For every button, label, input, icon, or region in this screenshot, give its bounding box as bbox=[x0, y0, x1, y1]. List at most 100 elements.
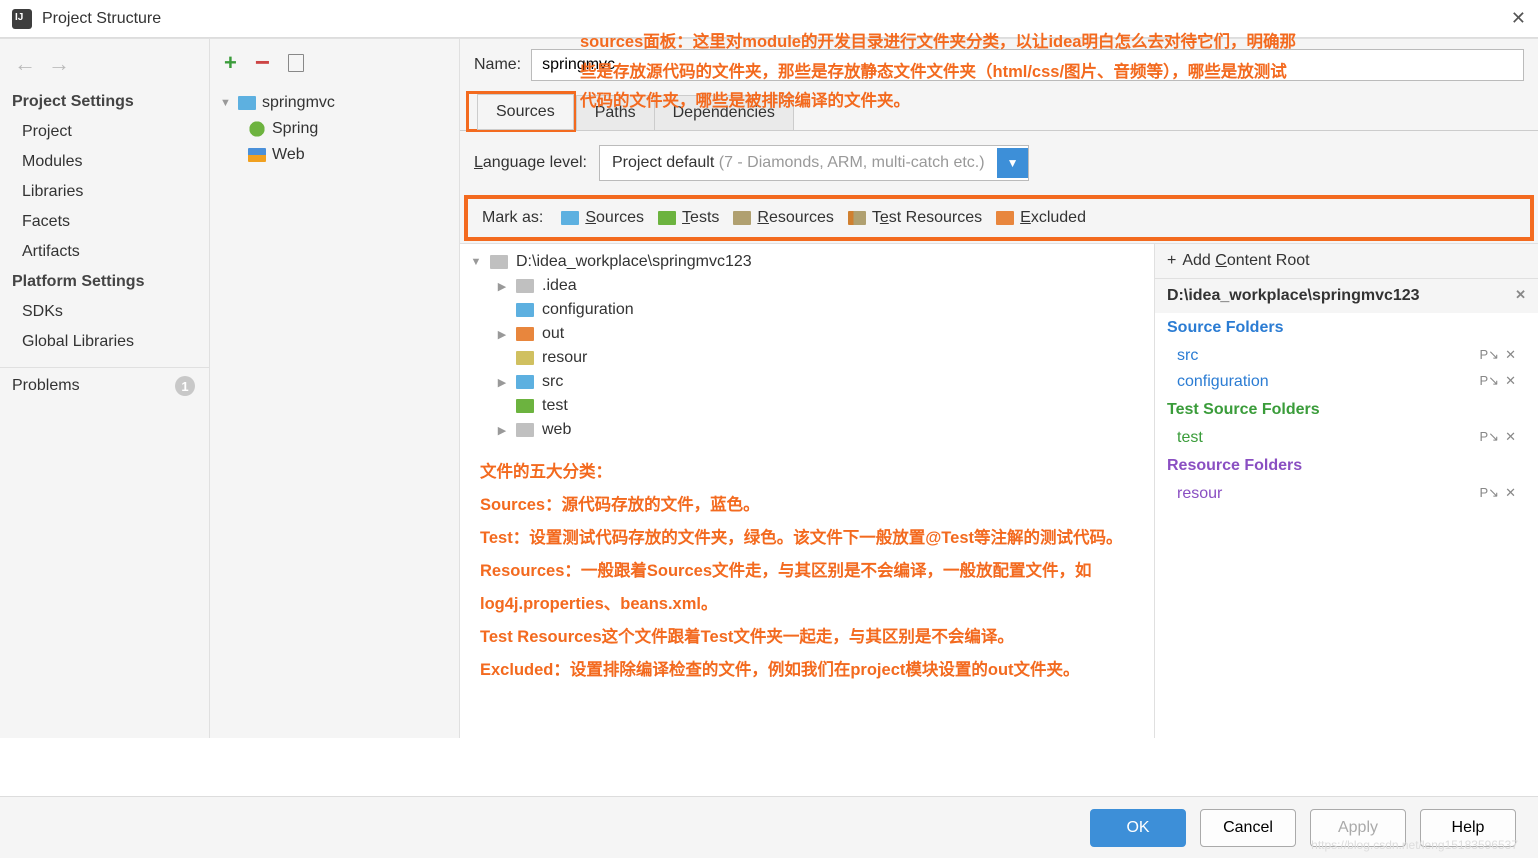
add-module-icon[interactable]: + bbox=[224, 50, 237, 76]
folder-entry[interactable]: configurationP↘✕ bbox=[1155, 369, 1538, 395]
tab-sources[interactable]: Sources bbox=[477, 94, 574, 130]
watermark: https://blog.csdn.net/leng15183596537 bbox=[1311, 838, 1518, 852]
tree-item[interactable]: ▶web bbox=[460, 418, 1154, 442]
tree-item[interactable]: configuration bbox=[460, 298, 1154, 322]
tab-sources-highlight: Sources bbox=[466, 91, 576, 132]
plus-icon: + bbox=[1167, 252, 1176, 270]
mark-as-label: Mark as: bbox=[482, 209, 543, 227]
app-icon bbox=[12, 9, 32, 29]
annotation-body: 文件的五大分类： Sources：源代码存放的文件，蓝色。 Test：设置测试代… bbox=[460, 442, 1154, 701]
tree-root-row[interactable]: ▼ D:\idea_workplace\springmvc123 bbox=[460, 250, 1154, 274]
tree-item[interactable]: ▶.idea bbox=[460, 274, 1154, 298]
properties-icon: P↘ bbox=[1480, 429, 1500, 447]
ok-button[interactable]: OK bbox=[1090, 809, 1186, 847]
expand-icon[interactable]: ▼ bbox=[470, 256, 482, 268]
excluded-icon bbox=[996, 211, 1014, 225]
directory-tree: ▼ D:\idea_workplace\springmvc123 ▶.ideac… bbox=[460, 244, 1154, 738]
annotation-top: sources面板：这里对module的开发目录进行文件夹分类，以让idea明白… bbox=[580, 28, 1296, 117]
language-level-label: Language level: bbox=[474, 154, 587, 172]
folder-group-header: Source Folders bbox=[1155, 313, 1538, 343]
sidebar-item-facets[interactable]: Facets bbox=[0, 207, 209, 237]
add-content-root-button[interactable]: + Add Content Root bbox=[1155, 244, 1538, 279]
module-root[interactable]: ▼ springmvc bbox=[210, 90, 459, 116]
expand-icon[interactable]: ▶ bbox=[496, 424, 508, 437]
sidebar-item-global-libraries[interactable]: Global Libraries bbox=[0, 327, 209, 357]
expand-icon[interactable]: ▼ bbox=[220, 97, 232, 109]
remove-icon: ✕ bbox=[1505, 429, 1516, 447]
folder-icon bbox=[516, 279, 534, 293]
remove-icon: ✕ bbox=[1505, 347, 1516, 365]
project-settings-header: Project Settings bbox=[0, 87, 209, 117]
folder-icon bbox=[516, 303, 534, 317]
right-panel: Name: Sources Paths Dependencies Languag… bbox=[460, 39, 1538, 738]
sources-icon bbox=[561, 211, 579, 225]
copy-module-icon[interactable] bbox=[288, 54, 304, 72]
remove-icon: ✕ bbox=[1505, 485, 1516, 503]
folder-icon bbox=[516, 399, 534, 413]
module-tree-panel: + − ▼ springmvc Spring Web bbox=[210, 39, 460, 738]
folder-icon bbox=[516, 351, 534, 365]
folder-icon bbox=[516, 327, 534, 341]
remove-module-icon[interactable]: − bbox=[255, 47, 270, 78]
module-child-web[interactable]: Web bbox=[210, 142, 459, 168]
mark-tests-button[interactable]: Tests bbox=[658, 209, 719, 227]
close-icon[interactable]: ✕ bbox=[1511, 8, 1526, 29]
expand-icon[interactable]: ▶ bbox=[496, 328, 508, 341]
module-toolbar: + − bbox=[210, 39, 459, 86]
sidebar-item-project[interactable]: Project bbox=[0, 117, 209, 147]
folder-icon bbox=[516, 423, 534, 437]
properties-icon: P↘ bbox=[1480, 373, 1500, 391]
properties-icon: P↘ bbox=[1480, 485, 1500, 503]
properties-icon: P↘ bbox=[1480, 347, 1500, 365]
name-label: Name: bbox=[474, 56, 521, 74]
remove-icon: ✕ bbox=[1505, 373, 1516, 391]
problems-count-badge: 1 bbox=[175, 376, 195, 396]
forward-arrow-icon[interactable]: → bbox=[48, 51, 70, 77]
content-root-path[interactable]: D:\idea_workplace\springmvc123 ✕ bbox=[1155, 279, 1538, 313]
expand-icon[interactable]: ▶ bbox=[496, 376, 508, 389]
sidebar-item-sdks[interactable]: SDKs bbox=[0, 297, 209, 327]
remove-root-icon[interactable]: ✕ bbox=[1515, 287, 1526, 305]
folder-group-header: Test Source Folders bbox=[1155, 395, 1538, 425]
cancel-button[interactable]: Cancel bbox=[1200, 809, 1296, 847]
language-level-select[interactable]: Project default (7 - Diamonds, ARM, mult… bbox=[599, 145, 1029, 181]
tree-item[interactable]: ▶out bbox=[460, 322, 1154, 346]
module-child-spring[interactable]: Spring bbox=[210, 116, 459, 142]
test-resources-icon bbox=[848, 211, 866, 225]
folder-group-header: Resource Folders bbox=[1155, 451, 1538, 481]
left-sidebar: ← → Project Settings Project Modules Lib… bbox=[0, 39, 210, 738]
back-arrow-icon[interactable]: ← bbox=[14, 51, 36, 77]
folder-icon bbox=[238, 96, 256, 110]
folder-entry[interactable]: resourP↘✕ bbox=[1155, 481, 1538, 507]
mark-as-toolbar: Mark as: Sources Tests Resources Test Re… bbox=[464, 195, 1534, 241]
sidebar-item-libraries[interactable]: Libraries bbox=[0, 177, 209, 207]
expand-icon[interactable]: ▶ bbox=[496, 280, 508, 293]
mark-sources-button[interactable]: Sources bbox=[561, 209, 644, 227]
tree-item[interactable]: ▶src bbox=[460, 370, 1154, 394]
tests-icon bbox=[658, 211, 676, 225]
nav-arrows: ← → bbox=[0, 47, 209, 87]
mark-excluded-button[interactable]: Excluded bbox=[996, 209, 1086, 227]
platform-settings-header: Platform Settings bbox=[0, 267, 209, 297]
chevron-down-icon[interactable]: ▼ bbox=[997, 148, 1029, 178]
mark-test-resources-button[interactable]: Test Resources bbox=[848, 209, 982, 227]
resources-icon bbox=[733, 211, 751, 225]
window-title: Project Structure bbox=[42, 10, 161, 28]
web-icon bbox=[248, 148, 266, 162]
content-root-panel: + Add Content Root D:\idea_workplace\spr… bbox=[1154, 244, 1538, 738]
folder-entry[interactable]: testP↘✕ bbox=[1155, 425, 1538, 451]
sidebar-item-modules[interactable]: Modules bbox=[0, 147, 209, 177]
sidebar-item-problems[interactable]: Problems 1 bbox=[0, 367, 209, 404]
sidebar-item-artifacts[interactable]: Artifacts bbox=[0, 237, 209, 267]
spring-icon bbox=[248, 120, 266, 138]
tree-item[interactable]: test bbox=[460, 394, 1154, 418]
content-area: ▼ D:\idea_workplace\springmvc123 ▶.ideac… bbox=[460, 243, 1538, 738]
mark-resources-button[interactable]: Resources bbox=[733, 209, 833, 227]
folder-icon bbox=[490, 255, 508, 269]
footer: OK Cancel Apply Help bbox=[0, 796, 1538, 858]
language-level-row: Language level: Project default (7 - Dia… bbox=[460, 131, 1538, 195]
main-area: ← → Project Settings Project Modules Lib… bbox=[0, 38, 1538, 738]
folder-entry[interactable]: srcP↘✕ bbox=[1155, 343, 1538, 369]
tree-item[interactable]: resour bbox=[460, 346, 1154, 370]
module-tree: ▼ springmvc Spring Web bbox=[210, 86, 459, 172]
